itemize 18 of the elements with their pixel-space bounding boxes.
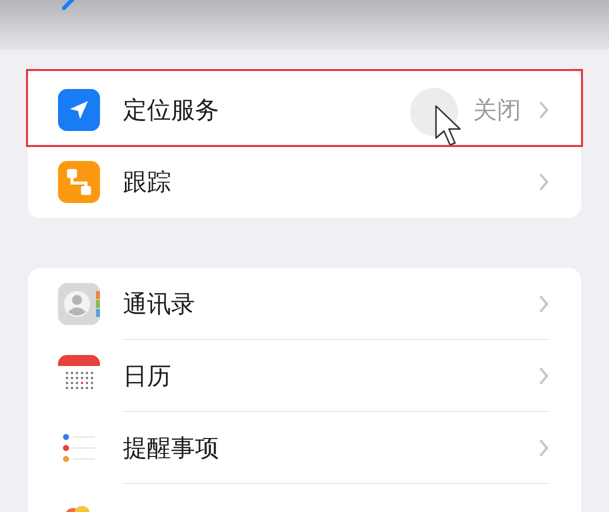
chevron-right-icon [539,173,549,191]
chevron-right-icon [539,438,549,456]
row-value: 关闭 [473,94,521,126]
chevron-right-icon [539,366,549,384]
settings-row[interactable]: 通讯录 [28,268,581,340]
row-label: 定位服务 [123,94,219,126]
settings-row[interactable]: 日历 [28,340,581,412]
settings-row[interactable]: 提醒事项 [28,412,581,484]
contacts-icon [58,283,100,325]
chevron-right-icon [539,100,549,118]
tracking-icon [58,161,100,203]
row-label: 通讯录 [123,288,195,320]
row-label: 跟踪 [123,167,171,198]
row-label: 提醒事项 [123,432,219,464]
chevron-right-icon [539,294,549,312]
settings-row[interactable]: 定位服务 关闭 [28,74,581,146]
settings-row[interactable]: 跟踪 [28,146,581,218]
row-label: 日历 [123,360,171,392]
